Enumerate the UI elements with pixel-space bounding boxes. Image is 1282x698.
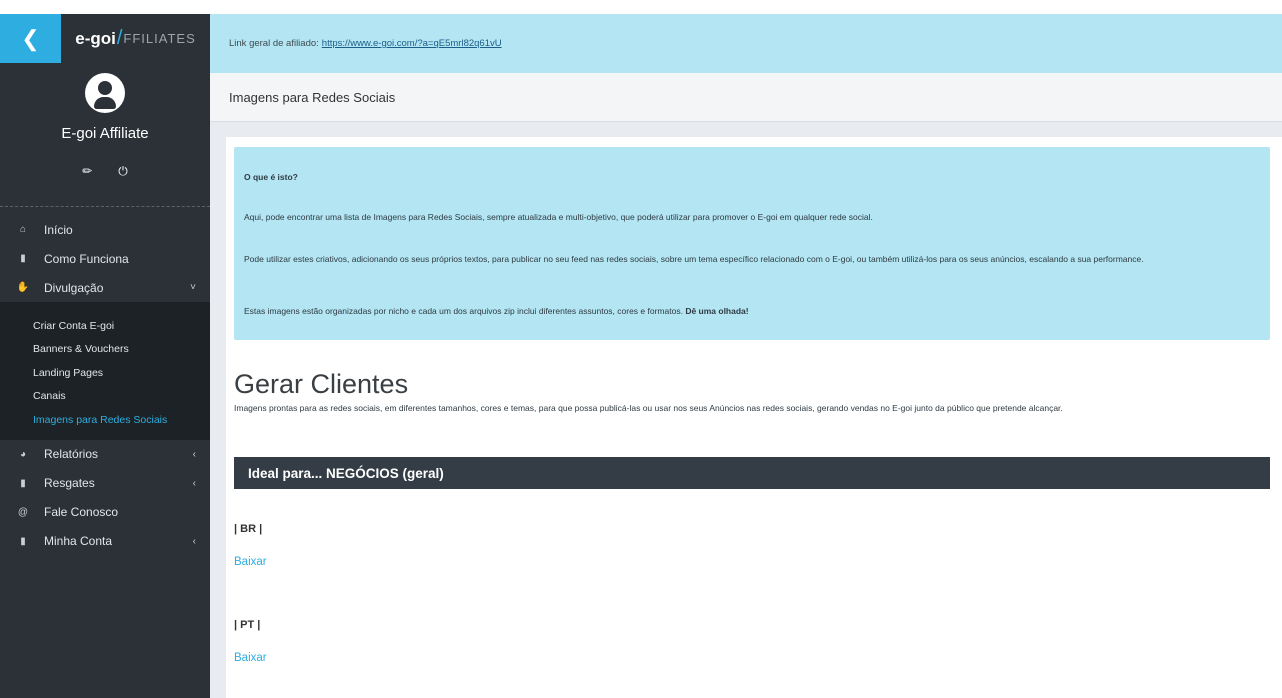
logo[interactable]: e-goi / FFILIATES — [61, 14, 210, 63]
sidebar-item-inicio[interactable]: ⌂ Início — [0, 215, 210, 244]
main: Link geral de afiliado: https://www.e-go… — [210, 14, 1282, 698]
info-paragraph: Pode utilizar estes criativos, adicionan… — [244, 254, 1144, 264]
language-label-br: | BR | — [234, 523, 263, 535]
chevron-left-icon: ‹ — [192, 448, 196, 460]
submenu-item-criar-conta[interactable]: Criar Conta E-goi — [0, 314, 210, 338]
chart-icon: ◕ — [19, 448, 27, 460]
submenu: Criar Conta E-goi Banners & Vouchers Lan… — [0, 302, 210, 440]
sidebar-item-label: Início — [44, 222, 73, 237]
content-panel: O que é isto? Aqui, pode encontrar uma l… — [226, 137, 1282, 698]
sidebar-item-label: Fale Conosco — [44, 505, 119, 519]
book-icon: ▮ — [20, 535, 26, 547]
profile-name: E-goi Affiliate — [61, 125, 149, 142]
book-icon: ▮ — [20, 477, 26, 489]
sidebar-item-relatorios[interactable]: ◕ Relatórios ‹ — [0, 440, 210, 469]
sidebar-item-label: Minha Conta — [44, 534, 113, 548]
chevron-left-icon: ‹ — [192, 535, 196, 547]
sidebar-item-fale-conosco[interactable]: @ Fale Conosco — [0, 498, 210, 527]
logo-slash: / — [116, 27, 123, 49]
sidebar-item-divulgacao[interactable]: ✋ Divulgação ˅ — [0, 273, 210, 302]
sidebar-item-label: Relatórios — [44, 447, 99, 461]
sidebar-item-minha-conta[interactable]: ▮ Minha Conta ‹ — [0, 527, 210, 556]
chevron-left-icon: ‹ — [192, 477, 196, 489]
sidebar-item-label: Como Funciona — [44, 251, 129, 266]
download-link-pt[interactable]: Baixar — [234, 652, 267, 664]
submenu-item-imagens-redes-sociais[interactable]: Imagens para Redes Sociais — [0, 408, 210, 432]
affiliate-label: Link geral de afiliado: — [229, 38, 319, 49]
logo-brand: e-goi — [75, 28, 116, 48]
sidebar: ❮ e-goi / FFILIATES E-goi Affiliate ✏ ⏻ … — [0, 14, 210, 698]
book-icon: ▮ — [20, 253, 26, 264]
home-icon: ⌂ — [19, 224, 27, 235]
submenu-item-banners[interactable]: Banners & Vouchers — [0, 338, 210, 362]
info-paragraph: Estas imagens estão organizadas por nich… — [244, 306, 1254, 316]
info-question: O que é isto? — [244, 172, 298, 182]
at-icon: @ — [17, 506, 29, 518]
sidebar-menu-secondary: ◕ Relatórios ‹ ▮ Resgates ‹ @ Fale Conosco ▮ M… — [0, 440, 210, 556]
profile: E-goi Affiliate ✏ ⏻ — [0, 73, 210, 207]
language-label-pt: | PT | — [234, 619, 261, 631]
sidebar-item-label: Divulgação — [44, 280, 104, 295]
sidebar-item-resgates[interactable]: ▮ Resgates ‹ — [0, 469, 210, 498]
sidebar-item-label: Resgates — [44, 476, 95, 490]
category-header: Ideal para... NEGÓCIOS (geral) — [234, 457, 1270, 489]
chevron-down-icon: ˅ — [190, 282, 196, 293]
sidebar-header: ❮ e-goi / FFILIATES — [0, 14, 210, 63]
info-paragraph: Aqui, pode encontrar uma lista de Imagen… — [244, 212, 873, 222]
handshake-icon: ✋ — [16, 282, 30, 293]
section-description: Imagens prontas para as redes sociais, e… — [234, 403, 1063, 413]
sidebar-menu: ⌂ Início ▮ Como Funciona ✋ Divulgação ˅ — [0, 215, 210, 302]
page-title: Imagens para Redes Sociais — [229, 89, 396, 105]
affiliate-bar: Link geral de afiliado: https://www.e-go… — [210, 14, 1282, 73]
info-highlight: Dê uma olhada! — [685, 306, 749, 316]
avatar — [85, 73, 125, 113]
download-link-br[interactable]: Baixar — [234, 556, 267, 568]
submenu-item-landing-pages[interactable]: Landing Pages — [0, 361, 210, 385]
back-button[interactable]: ❮ — [0, 14, 61, 63]
affiliate-link[interactable]: https://www.e-goi.com/?a=qE5mrl82q61vU — [322, 38, 502, 49]
info-box: O que é isto? Aqui, pode encontrar uma l… — [234, 147, 1270, 340]
pencil-icon[interactable]: ✏ — [82, 164, 92, 179]
submenu-item-canais[interactable]: Canais — [0, 385, 210, 409]
page-title-bar: Imagens para Redes Sociais — [210, 73, 1282, 122]
chevron-left-icon: ❮ — [21, 25, 40, 51]
info-text: Estas imagens estão organizadas por nich… — [244, 306, 683, 316]
section-title: Gerar Clientes — [234, 369, 409, 399]
logo-suffix: FFILIATES — [123, 31, 196, 46]
sidebar-item-como-funciona[interactable]: ▮ Como Funciona — [0, 244, 210, 273]
power-icon[interactable]: ⏻ — [118, 164, 128, 179]
